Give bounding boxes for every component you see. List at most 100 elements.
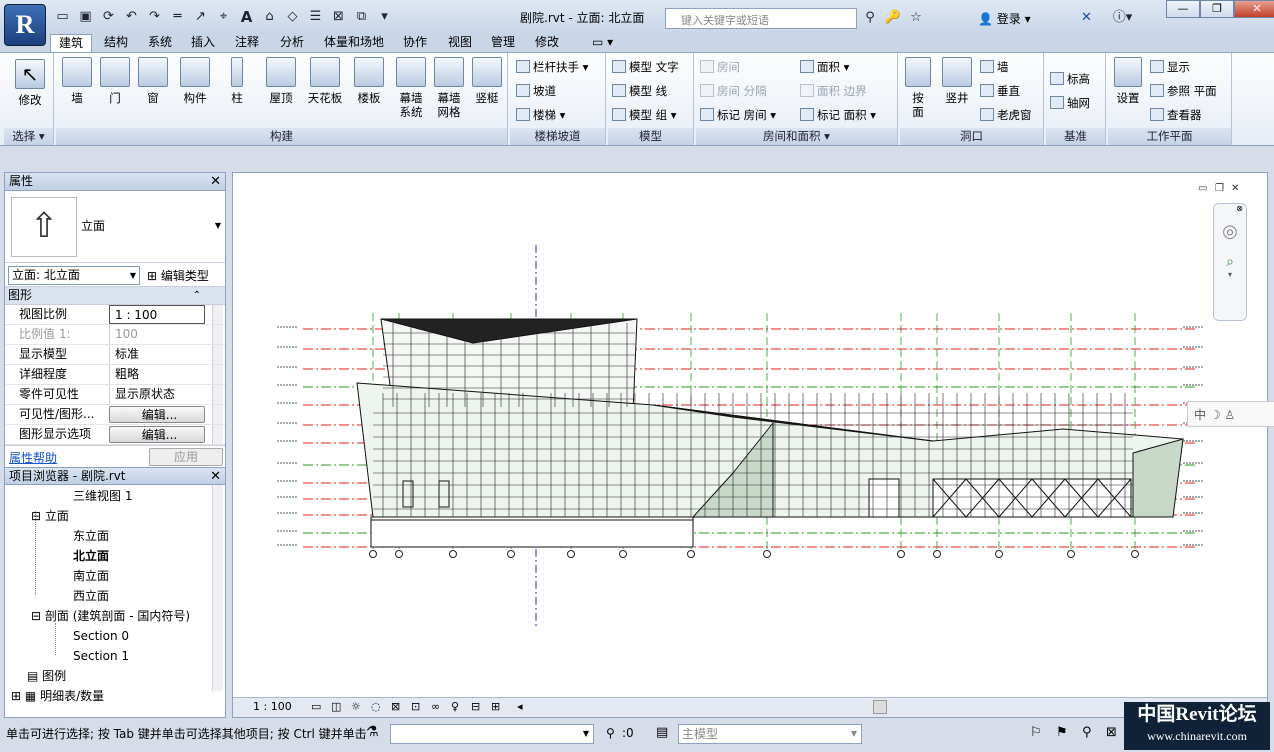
panel-label-select[interactable]: 选择 ▾ <box>4 128 53 145</box>
grid-bubble[interactable] <box>933 550 941 558</box>
wall-button[interactable]: 墙 <box>58 57 96 105</box>
horizontal-scrollbar[interactable] <box>873 700 887 714</box>
floor-button[interactable]: 楼板 <box>350 57 388 105</box>
close-button[interactable]: ✕ <box>1234 0 1274 18</box>
detail-level-icon[interactable]: ▭ <box>311 700 321 713</box>
close-navbar-icon[interactable]: ⊗ <box>1214 204 1246 213</box>
ime-bar[interactable]: 中 ☽ ♙ <box>1187 401 1274 427</box>
design-option-selector[interactable]: 主模型 ▼ <box>678 724 862 744</box>
binoculars-icon[interactable]: ⚲ <box>860 8 880 28</box>
reveal-hidden-icon[interactable]: ♀ <box>451 700 459 713</box>
measure-icon[interactable]: ═ <box>167 7 188 27</box>
tab-manage[interactable]: 管理 <box>483 34 523 52</box>
tab-view[interactable]: 视图 <box>440 34 480 52</box>
drawing-area[interactable]: ▭ ❐ ✕ ⊗ ◎ ⌕ ▾ 中 ☽ ♙ 1: 100 ▭ ◫ ☼ ◌ ⊠ ⊡ … <box>232 172 1274 718</box>
text-icon[interactable]: A <box>236 7 257 27</box>
grid-bubble[interactable] <box>449 550 457 558</box>
viewer-button[interactable]: 查看器 <box>1150 107 1202 123</box>
dimension-icon[interactable]: ↗ <box>190 7 211 27</box>
set-workplane-button[interactable]: 设置 <box>1110 57 1146 105</box>
highlight-icon[interactable]: ⊞ <box>491 700 500 713</box>
select-underlay-icon[interactable]: ⚑ <box>1056 725 1068 740</box>
login-button[interactable]: 👤 登录 ▾ <box>978 10 1031 27</box>
column-button[interactable]: 柱 <box>218 57 256 105</box>
steering-wheel-icon[interactable]: ◎ <box>1214 221 1246 242</box>
prop-value[interactable]: 显示原状态 <box>109 385 205 404</box>
sync-icon[interactable]: ⟳ <box>98 7 119 27</box>
tree-node-legends[interactable]: ▤ 图例 <box>27 667 66 685</box>
exchange-apps-icon[interactable]: ✕ <box>1076 8 1097 28</box>
grid-bubble[interactable] <box>619 550 627 558</box>
tab-systems[interactable]: 系统 <box>140 34 180 52</box>
scroll-left-icon[interactable]: ◂ <box>517 700 523 713</box>
vg-edit-button[interactable]: 编辑... <box>109 406 205 423</box>
help-icon[interactable]: ⓘ▾ <box>1112 8 1133 28</box>
close-icon[interactable]: ✕ <box>210 173 221 190</box>
design-options-icon[interactable]: ▤ <box>656 725 668 740</box>
scale-control[interactable]: 1 : 100 <box>253 700 292 713</box>
grid-bubble[interactable] <box>567 550 575 558</box>
east-curved-wall[interactable] <box>1132 438 1184 518</box>
open-icon[interactable]: ▭ <box>52 7 73 27</box>
tab-structure[interactable]: 结构 <box>96 34 136 52</box>
view-scale-field[interactable]: 1 : 100 <box>109 305 205 324</box>
elevation-drawing[interactable]: ▭ ❐ ✕ <box>233 173 1267 697</box>
tab-collaborate[interactable]: 协作 <box>395 34 435 52</box>
tab-insert[interactable]: 插入 <box>183 34 223 52</box>
tree-node[interactable]: 西立面 <box>73 587 109 605</box>
wall-opening-button[interactable]: 墙 <box>980 59 1009 75</box>
component-button[interactable]: 构件 <box>176 57 214 105</box>
tree-node-schedules[interactable]: ⊞ ▦ 明细表/数量 <box>11 687 104 705</box>
grid-bubble[interactable] <box>395 550 403 558</box>
grid-bubble[interactable] <box>687 550 695 558</box>
tab-annotate[interactable]: 注释 <box>227 34 267 52</box>
building-elevation[interactable] <box>356 318 1184 548</box>
thin-lines-icon[interactable]: ☰ <box>305 7 326 27</box>
favorites-icon[interactable]: ☆ <box>906 8 926 28</box>
show-crop-icon[interactable]: ⊡ <box>411 700 420 713</box>
sun-path-icon[interactable]: ☼ <box>351 700 361 713</box>
edit-type-button[interactable]: ⊞ 编辑类型 <box>147 267 209 284</box>
grid-bubble[interactable] <box>1067 550 1075 558</box>
3d-view-icon[interactable]: ⌂ <box>259 7 280 27</box>
model-text-button[interactable]: 模型 文字 <box>612 59 679 75</box>
workset-selector[interactable]: ▼ <box>390 724 594 744</box>
zoom-icon[interactable]: ⌕ <box>1214 254 1246 270</box>
undo-icon[interactable]: ↶ <box>121 7 142 27</box>
select-links-icon[interactable]: ⚐ <box>1030 725 1042 740</box>
tab-massing[interactable]: 体量和场地 <box>316 34 392 52</box>
chevron-down-icon[interactable]: ▾ <box>1214 270 1246 279</box>
grid-bubble[interactable] <box>763 550 771 558</box>
grid-bubble[interactable] <box>1131 550 1139 558</box>
type-selector[interactable]: ⇧ 立面 ▼ <box>5 191 225 263</box>
model-line-button[interactable]: 模型 线 <box>612 83 667 99</box>
curtain-grid-button[interactable]: 幕墙 网格 <box>430 57 468 119</box>
subscription-icon[interactable]: 🔑 <box>883 8 903 28</box>
switch-windows-icon[interactable]: ⧉ <box>351 7 372 27</box>
shaft-button[interactable]: 竖井 <box>938 57 976 105</box>
curtain-system-button[interactable]: 幕墙 系统 <box>392 57 430 119</box>
section-icon[interactable]: ◇ <box>282 7 303 27</box>
area-button[interactable]: 面积 ▾ <box>800 59 849 75</box>
restore-button[interactable]: ❐ <box>1200 0 1234 18</box>
analytical-icon[interactable]: ⊟ <box>471 700 480 713</box>
tag-icon[interactable]: ⌖ <box>213 7 234 27</box>
tag-room-button[interactable]: 标记 房间 ▾ <box>700 107 776 123</box>
ribbon-minimize-toggle[interactable]: ▭ ▾ <box>584 34 621 52</box>
tab-modify[interactable]: 修改 <box>527 34 567 52</box>
tag-area-button[interactable]: 标记 面积 ▾ <box>800 107 876 123</box>
tree-node[interactable]: 南立面 <box>73 567 109 585</box>
close-view-icon[interactable]: ✕ <box>1231 183 1239 194</box>
stair-button[interactable]: 楼梯 ▾ <box>516 107 565 123</box>
crop-view-icon[interactable]: ⊠ <box>391 700 400 713</box>
filter-icon[interactable]: ⚲ <box>606 726 615 740</box>
reference-plane-button[interactable]: 参照 平面 <box>1150 83 1217 99</box>
tree-node[interactable]: 三维视图 1 <box>73 487 132 505</box>
show-workplane-button[interactable]: 显示 <box>1150 59 1190 75</box>
by-face-button[interactable]: 按 面 <box>902 57 934 119</box>
graphic-options-edit-button[interactable]: 编辑... <box>109 426 205 443</box>
minimize-view-icon[interactable]: ▭ <box>1198 183 1207 194</box>
shadows-icon[interactable]: ◌ <box>371 700 381 713</box>
customize-icon[interactable]: ▾ <box>374 7 395 27</box>
tree-node-elevations[interactable]: ⊟ 立面 <box>31 507 69 525</box>
